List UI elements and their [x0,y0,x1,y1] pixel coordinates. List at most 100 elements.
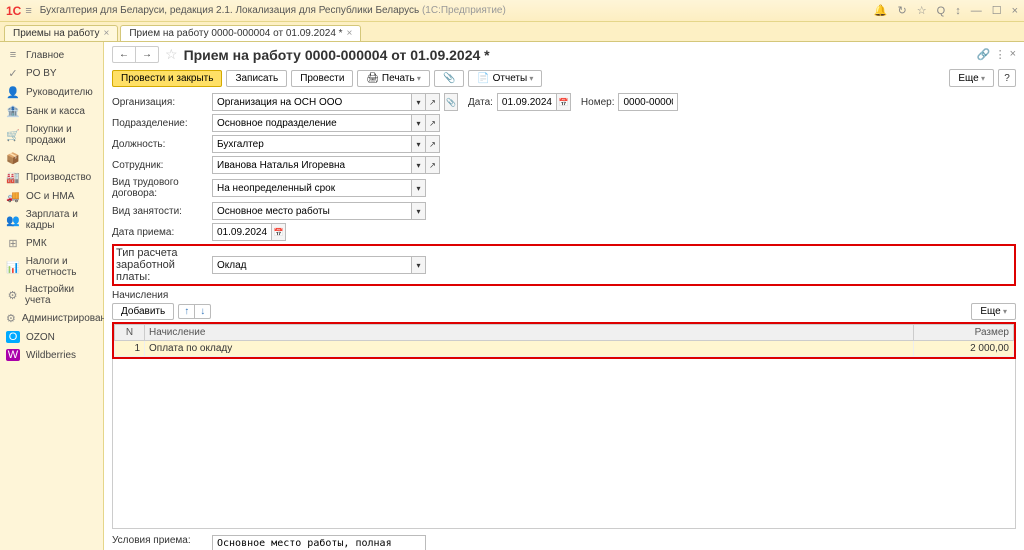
pos-label: Должность: [112,139,212,150]
link-icon[interactable]: 🔗 [977,48,991,61]
reports-button[interactable]: 📄 Отчеты [468,70,542,87]
check-icon: ✓ [6,67,20,80]
post-button[interactable]: Провести [291,70,353,87]
history-icon[interactable]: ↻ [898,4,907,17]
table-row[interactable]: 1 Оплата по окладу 2 000,00 [115,341,1014,357]
sidebar-item-hr[interactable]: 👥Зарплата и кадры [0,206,103,234]
dep-label: Подразделение: [112,118,212,129]
bank-icon: 🏦 [6,105,20,118]
sidebar-item-assets[interactable]: 🚚ОС и НМА [0,187,103,206]
sidebar-item-warehouse[interactable]: 📦Склад [0,149,103,168]
org-input[interactable] [212,93,412,111]
open-icon[interactable]: ↗ [426,93,440,111]
more-button[interactable]: Еще [949,69,994,87]
bell-icon[interactable]: 🔔 [874,4,888,17]
post-close-button[interactable]: Провести и закрыть [112,70,222,87]
forward-button[interactable]: → [136,47,158,62]
tools-icon[interactable]: ↕ [955,5,961,17]
date-input[interactable] [497,93,557,111]
col-accrual[interactable]: Начисление [145,325,914,341]
contract-input[interactable] [212,179,412,197]
calendar-icon[interactable]: 📅 [557,93,571,111]
favorite-star-icon[interactable]: ☆ [165,46,178,63]
minimize-icon[interactable]: — [971,5,982,17]
content: ← → ☆ Прием на работу 0000-000004 от 01.… [104,42,1024,550]
emp-label: Сотрудник: [112,160,212,171]
accruals-table-highlight: N Начисление Размер 1 Оплата по окладу 2… [112,322,1016,359]
tab-document[interactable]: Прием на работу 0000-000004 от 01.09.202… [120,25,361,41]
col-n[interactable]: N [115,325,145,341]
printer-icon: 🖨 [366,73,381,84]
hiredate-label: Дата приема: [112,227,212,238]
sidebar-item-bank[interactable]: 🏦Банк и касса [0,102,103,121]
sidebar-item-trade[interactable]: 🛒Покупки и продажи [0,121,103,149]
dropdown-icon[interactable]: ▾ [412,135,426,153]
sidebar-item-poby[interactable]: ✓PO BY [0,64,103,83]
tabbar: Приемы на работу× Прием на работу 0000-0… [0,22,1024,42]
sidebar-item-settings[interactable]: ⚙Настройки учета [0,281,103,309]
menu-icon[interactable]: ≡ [25,5,31,17]
accruals-table: N Начисление Размер 1 Оплата по окладу 2… [114,324,1014,357]
write-button[interactable]: Записать [226,70,287,87]
calendar-icon[interactable]: 📅 [272,223,286,241]
salarytype-input[interactable] [212,256,412,274]
emptype-input[interactable] [212,202,412,220]
dropdown-icon[interactable]: ▾ [412,202,426,220]
restore-icon[interactable]: ☐ [992,4,1002,17]
move-down-icon[interactable]: ↓ [195,305,210,318]
org-label: Организация: [112,97,212,108]
hiredate-input[interactable] [212,223,272,241]
dropdown-icon[interactable]: ▾ [412,93,426,111]
sidebar-item-admin[interactable]: ⚙Администрирование [0,309,103,328]
col-size[interactable]: Размер [914,325,1014,341]
table-empty-area[interactable] [112,359,1016,529]
titlebar-right: 🔔 ↻ ☆ Q ↕ — ☐ × [874,4,1018,17]
dropdown-icon[interactable]: ▾ [412,114,426,132]
cond-textarea[interactable]: Основное место работы, полная занятость [212,535,426,550]
sidebar-item-tax[interactable]: 📊Налоги и отчетность [0,253,103,281]
sidebar-item-production[interactable]: 🏭Производство [0,168,103,187]
tab-close-icon[interactable]: × [103,28,109,39]
sidebar-item-manager[interactable]: 👤Руководителю [0,83,103,102]
pos-input[interactable] [212,135,412,153]
sidebar-item-main[interactable]: ≡Главное [0,46,103,64]
search-icon[interactable]: Q [937,5,946,17]
ozon-icon: O [6,331,20,343]
move-up-icon[interactable]: ↑ [179,305,195,318]
close-doc-icon[interactable]: × [1010,48,1016,61]
sidebar-item-wb[interactable]: WWildberries [0,346,103,364]
print-button[interactable]: 🖨 Печать [357,70,430,87]
gear-icon: ⚙ [6,312,16,325]
more-icon[interactable]: ⋮ [995,48,1006,61]
num-input[interactable] [618,93,678,111]
tab-close-icon[interactable]: × [347,28,353,39]
dropdown-icon[interactable]: ▾ [412,256,426,274]
accruals-section-label: Начисления [112,290,1016,301]
close-icon[interactable]: × [1012,5,1018,17]
sidebar-item-ozon[interactable]: OOZON [0,328,103,346]
salarytype-row-highlight: Тип расчета заработной платы: ▾ [112,244,1016,286]
back-button[interactable]: ← [113,47,136,62]
paperclip-icon[interactable]: 📎 [444,93,458,111]
open-icon[interactable]: ↗ [426,135,440,153]
table-more-button[interactable]: Еще [971,303,1016,320]
open-icon[interactable]: ↗ [426,156,440,174]
app-title: Бухгалтерия для Беларуси, редакция 2.1. … [40,5,874,16]
open-icon[interactable]: ↗ [426,114,440,132]
add-button[interactable]: Добавить [112,303,174,320]
emp-input[interactable] [212,156,412,174]
dropdown-icon[interactable]: ▾ [412,156,426,174]
sidebar-item-rmk[interactable]: ⊞РМК [0,234,103,253]
tab-list[interactable]: Приемы на работу× [4,25,118,41]
help-button[interactable]: ? [998,69,1016,87]
wb-icon: W [6,349,20,361]
star-icon[interactable]: ☆ [917,4,927,17]
dropdown-icon[interactable]: ▾ [412,179,426,197]
dep-input[interactable] [212,114,412,132]
titlebar: 1C ≡ Бухгалтерия для Беларуси, редакция … [0,0,1024,22]
app-logo: 1C [6,4,21,18]
home-icon: ≡ [6,49,20,61]
gear-icon: ⚙ [6,289,19,302]
contract-label: Вид трудового договора: [112,177,212,199]
attach-button[interactable]: 📎 [434,70,464,87]
